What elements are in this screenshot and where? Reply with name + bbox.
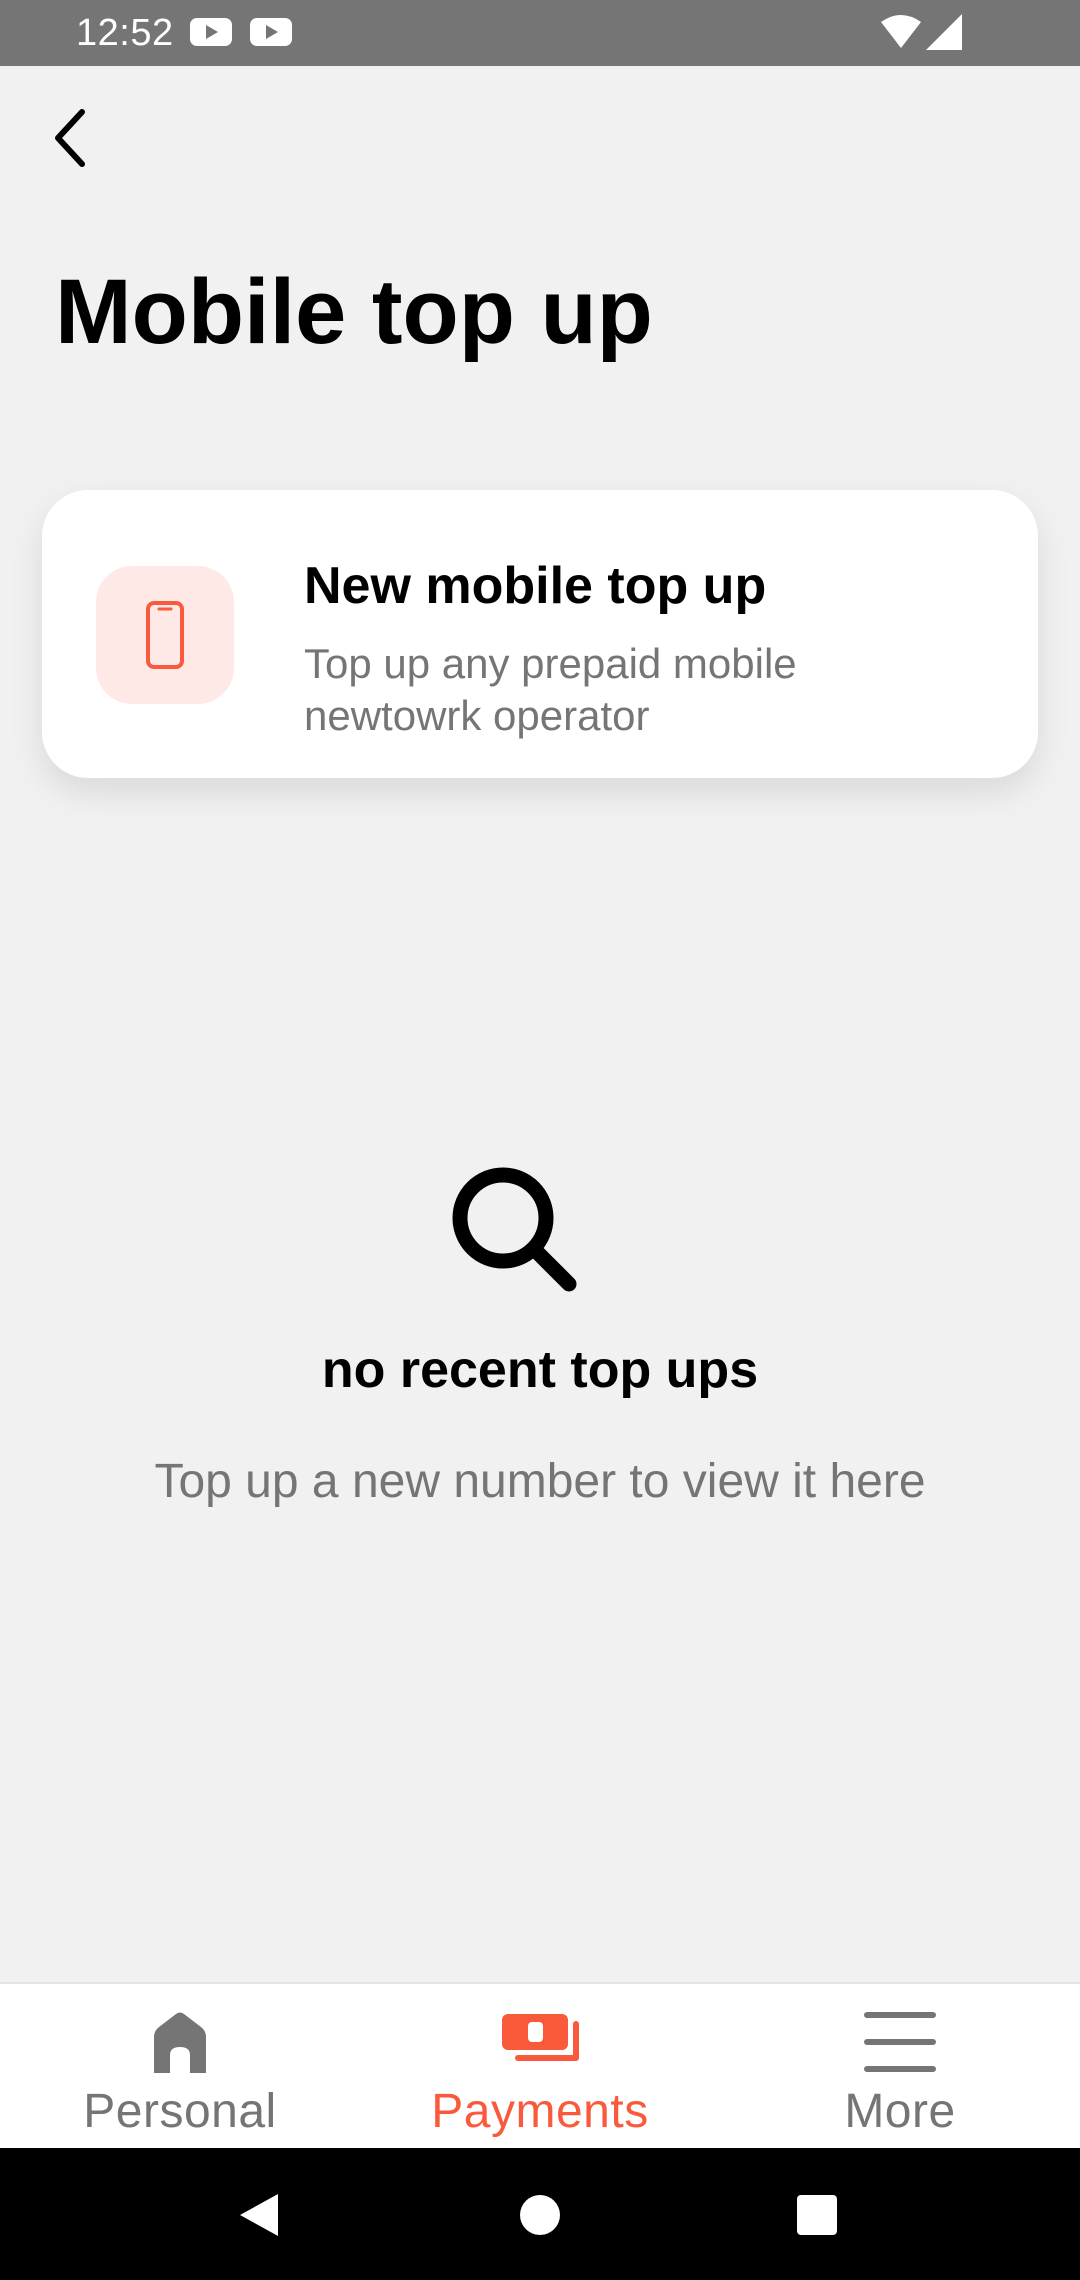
empty-state-subtitle: Top up a new number to view it here <box>154 1455 926 1508</box>
system-back-icon[interactable] <box>236 2192 282 2238</box>
icon-container <box>96 566 234 704</box>
mobile-phone-icon <box>146 601 184 669</box>
card-title: New mobile top up <box>304 557 767 615</box>
cell-signal-icon <box>926 14 962 50</box>
menu-icon <box>864 2012 936 2072</box>
card-description: Top up any prepaid mobile newtowrk opera… <box>304 640 797 739</box>
status-time: 12:52 <box>76 12 174 54</box>
payments-icon <box>502 2014 579 2061</box>
system-navigation-bar <box>0 2148 1080 2280</box>
system-recents-icon[interactable] <box>796 2194 838 2236</box>
youtube-notification-icon <box>190 18 232 46</box>
bottom-navigation: Personal Payments More <box>0 1982 1080 2150</box>
nav-label-more: More <box>844 2085 956 2138</box>
system-home-icon[interactable] <box>518 2193 562 2237</box>
search-icon <box>452 1167 577 1292</box>
youtube-notification-icon <box>250 18 292 46</box>
nav-label-payments: Payments <box>431 2085 649 2138</box>
empty-state-title: no recent top ups <box>321 1341 759 1399</box>
back-button[interactable] <box>40 98 100 178</box>
status-bar: 12:52 <box>0 0 1080 66</box>
nav-item-payments[interactable]: Payments <box>360 1984 720 2150</box>
wifi-icon <box>881 15 921 48</box>
chevron-left-icon <box>55 109 85 167</box>
nav-label-personal: Personal <box>83 2085 277 2138</box>
nav-item-more[interactable]: More <box>720 1984 1080 2150</box>
home-icon <box>154 2012 206 2073</box>
page-title: Mobile top up <box>55 261 653 363</box>
nav-item-personal[interactable]: Personal <box>0 1984 360 2150</box>
new-mobile-top-up-card[interactable]: New mobile top up Top up any prepaid mob… <box>42 490 1038 778</box>
